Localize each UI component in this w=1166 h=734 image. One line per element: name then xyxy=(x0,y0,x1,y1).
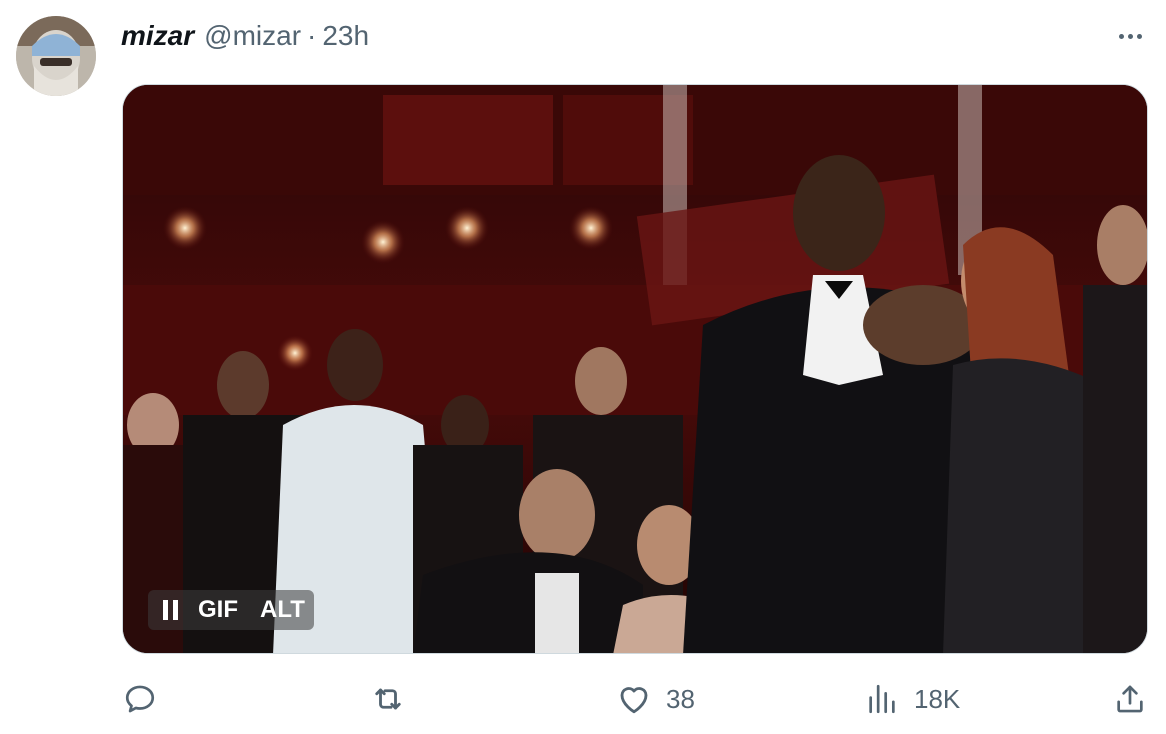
pause-icon-bar xyxy=(172,600,178,620)
alt-text-button[interactable]: ALT xyxy=(260,596,305,624)
ellipsis-dot xyxy=(1136,33,1142,39)
reply-button[interactable] xyxy=(122,678,158,720)
masked-person-avatar-icon xyxy=(16,16,96,96)
pause-button[interactable] xyxy=(156,590,184,630)
gif-badge: GIF xyxy=(198,596,238,623)
media-controls: GIF ALT xyxy=(148,590,314,630)
user-handle[interactable]: @mizar xyxy=(204,20,301,52)
heart-icon xyxy=(616,681,652,717)
share-icon xyxy=(1112,681,1148,717)
reply-icon xyxy=(122,681,158,717)
ellipsis-dot xyxy=(1127,33,1133,39)
gif-media[interactable] xyxy=(122,84,1148,654)
views-count: 18K xyxy=(914,683,961,714)
like-count: 38 xyxy=(666,683,695,714)
retweet-icon xyxy=(370,681,406,717)
separator-dot: · xyxy=(307,20,317,51)
pause-icon xyxy=(162,600,168,620)
like-button[interactable]: 38 xyxy=(616,678,695,720)
avatar[interactable] xyxy=(16,16,96,96)
share-button[interactable] xyxy=(1112,678,1148,720)
gif-frame-image xyxy=(123,85,1147,653)
views-button[interactable]: 18K xyxy=(864,678,960,720)
more-options-button[interactable] xyxy=(1114,22,1146,50)
timestamp[interactable]: 23h xyxy=(322,20,369,52)
tweet-header: mizar @mizar · 23h xyxy=(121,18,369,54)
ellipsis-icon xyxy=(1118,33,1124,39)
display-name[interactable]: mizar xyxy=(121,20,194,52)
retweet-button[interactable] xyxy=(370,678,406,720)
analytics-icon xyxy=(864,681,900,717)
